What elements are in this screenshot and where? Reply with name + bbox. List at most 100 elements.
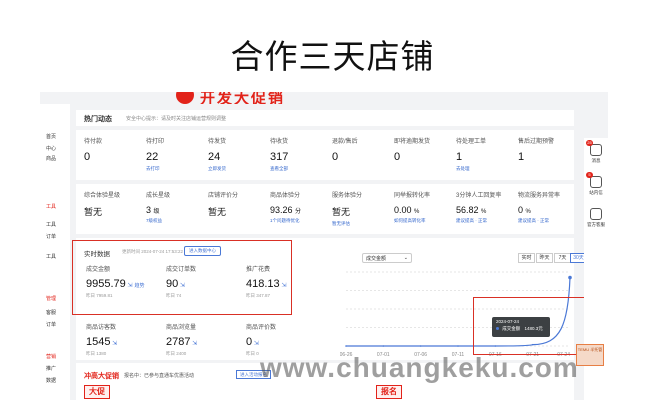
sidebar-item[interactable]: 首页 xyxy=(46,134,56,140)
data-point[interactable] xyxy=(345,345,347,347)
range-tab[interactable]: 昨天 xyxy=(536,253,553,263)
score-number: 56.82 xyxy=(456,205,479,215)
sidebar-item[interactable]: 营销 xyxy=(46,354,56,360)
sidebar-item[interactable]: 数据 xyxy=(46,378,56,384)
order-stat-value: 0 xyxy=(332,151,339,163)
notice-text[interactable]: 安全中心提示：请及时关注店铺运营规则调整 xyxy=(126,115,226,122)
sidebar-item[interactable]: 工具 xyxy=(46,254,56,260)
trend-icon[interactable]: ⇲ xyxy=(190,341,197,347)
promo-tag-right[interactable]: 报名 xyxy=(376,385,402,399)
order-stat-value: 24 xyxy=(208,151,221,163)
metric-label: 商品评价数 xyxy=(246,325,277,331)
order-stat-label: 待处理工单 xyxy=(456,139,487,145)
order-stat[interactable]: 待处理工单 1 去处理 xyxy=(456,136,486,172)
metric-value-row: 2787 ⇲ xyxy=(166,336,199,348)
order-stat-label: 待发货 xyxy=(208,139,227,145)
realtime-metric[interactable]: 商品访客数 1545 ⇲ 昨日 1380 xyxy=(86,322,119,357)
order-status-card: 待付款 0 待打印 22 去打印 待发货 24 立即发货 待收货 317 查看全部 退款/售后 0 即将逾… xyxy=(76,130,574,180)
temu-badge[interactable]: TEMU 半托管 xyxy=(576,344,604,366)
metric-value-row: 0 ⇲ xyxy=(246,336,276,348)
order-stat[interactable]: 待收货 317 查看全部 xyxy=(270,136,288,172)
promo-notice: 报名中：已参与直通车优惠活动 xyxy=(124,373,195,379)
order-stat[interactable]: 即将逾期发货 0 xyxy=(394,136,430,166)
order-stat-label: 售后过期预警 xyxy=(518,139,555,145)
score-value: 暂无 xyxy=(332,205,362,218)
score-stat: 综合体验星级 暂无 xyxy=(84,190,120,221)
order-stat[interactable]: 退款/售后 0 xyxy=(332,136,358,166)
mail-icon[interactable] xyxy=(590,176,602,188)
unread-badge: 25 xyxy=(586,140,593,146)
score-hint[interactable]: 建议提高 · 正常 xyxy=(518,218,560,224)
data-point[interactable] xyxy=(568,275,572,280)
sidebar-item[interactable]: 中心 xyxy=(46,146,56,152)
data-point[interactable] xyxy=(457,345,459,347)
order-stat-value: 1 xyxy=(518,151,525,163)
sidebar-item[interactable]: 客服 xyxy=(46,310,56,316)
right-panel-label[interactable]: 站内信 xyxy=(585,190,607,196)
left-sidebar: 首页 中心 商品 工具 工具 订单 工具 管理 客服 订单 营销 推广 数据 xyxy=(40,104,70,400)
score-label: 同举报转化率 xyxy=(394,193,431,199)
score-number: 93.26 xyxy=(270,205,293,215)
right-panel-label[interactable]: 官方客服 xyxy=(585,222,607,228)
order-stat-link[interactable]: 立即发货 xyxy=(208,166,226,172)
score-unit: % xyxy=(481,209,487,215)
order-stat-link[interactable]: 去处理 xyxy=(456,166,486,172)
order-stat[interactable]: 待付款 0 xyxy=(84,136,102,166)
score-stat: 3分钟人工回复率 56.82 % 建议提高 · 正常 xyxy=(456,190,501,224)
score-value: 3 级 xyxy=(146,205,170,215)
realtime-metric[interactable]: 商品浏览量 2787 ⇲ 昨日 2400 xyxy=(166,322,199,357)
sidebar-item[interactable]: 推广 xyxy=(46,366,56,372)
order-stat-value: 22 xyxy=(146,151,159,163)
score-value: 0.00 % xyxy=(394,205,430,215)
trend-icon[interactable]: ⇲ xyxy=(252,341,259,347)
score-hint[interactable]: 暂无评估 xyxy=(332,221,362,227)
headset-icon[interactable] xyxy=(590,208,602,220)
order-stat[interactable]: 售后过期预警 1 xyxy=(518,136,554,166)
metric-label: 商品访客数 xyxy=(86,325,117,331)
right-panel-label[interactable]: 消息 xyxy=(585,158,607,164)
top-banner[interactable]: 开发大促销 xyxy=(176,92,396,104)
score-label: 商品体验分 xyxy=(270,193,301,199)
score-unit: % xyxy=(414,209,420,215)
notice-bar: 热门动态 安全中心提示：请及时关注店铺运营规则调整 xyxy=(76,110,574,126)
metric-previous: 昨日 1380 xyxy=(86,351,107,356)
score-hint[interactable]: 7级权益 xyxy=(146,218,170,224)
score-hint[interactable]: 1个问题待优化 xyxy=(270,218,301,224)
score-stat: 同举报转化率 0.00 % 如何提高转化率 xyxy=(394,190,430,224)
highlight-box-chart xyxy=(473,297,588,355)
range-tab[interactable]: 实时 xyxy=(518,253,535,263)
sidebar-item[interactable]: 商品 xyxy=(46,156,56,162)
range-tab[interactable]: 7天 xyxy=(554,253,571,263)
metric-value: 1545 xyxy=(86,336,111,348)
sidebar-item[interactable]: 工具 xyxy=(46,222,56,228)
metric-select[interactable]: 成交金额 ⌄ xyxy=(362,253,412,263)
promo-tag-left[interactable]: 大促 xyxy=(84,385,110,399)
score-label: 3分钟人工回复率 xyxy=(456,193,502,199)
sidebar-item[interactable]: 订单 xyxy=(46,322,56,328)
unread-badge: 5 xyxy=(586,172,593,178)
trend-icon[interactable]: ⇲ xyxy=(110,341,117,347)
score-hint[interactable]: 建议提高 · 正常 xyxy=(456,218,501,224)
data-point[interactable] xyxy=(382,345,385,347)
order-stat-link[interactable]: 去打印 xyxy=(146,166,164,172)
score-unit: % xyxy=(525,209,531,215)
order-stat[interactable]: 待发货 24 立即发货 xyxy=(208,136,226,172)
score-label: 服务体验分 xyxy=(332,193,363,199)
data-point[interactable] xyxy=(419,345,422,347)
score-number: 暂无 xyxy=(84,207,103,217)
store-score-card: 综合体验星级 暂无 成长星级 3 级 7级权益 店铺评价分 暂无 商品体验分 93.26 分… xyxy=(76,184,574,234)
sidebar-item[interactable]: 订单 xyxy=(46,234,56,240)
bell-icon[interactable] xyxy=(590,144,602,156)
metric-value-row: 1545 ⇲ xyxy=(86,336,119,348)
score-number: 暂无 xyxy=(332,207,351,217)
score-hint[interactable]: 如何提高转化率 xyxy=(394,218,430,224)
highlight-box-metrics xyxy=(72,240,292,315)
sidebar-item[interactable]: 管理 xyxy=(46,296,56,302)
score-number: 0 xyxy=(518,205,524,215)
order-stat-link[interactable]: 查看全部 xyxy=(270,166,288,172)
chevron-down-icon: ⌄ xyxy=(403,255,408,261)
order-stat[interactable]: 待打印 22 去打印 xyxy=(146,136,164,172)
order-stat-label: 待打印 xyxy=(146,139,165,145)
order-stat-label: 待付款 xyxy=(84,139,103,145)
sidebar-item[interactable]: 工具 xyxy=(46,204,56,210)
